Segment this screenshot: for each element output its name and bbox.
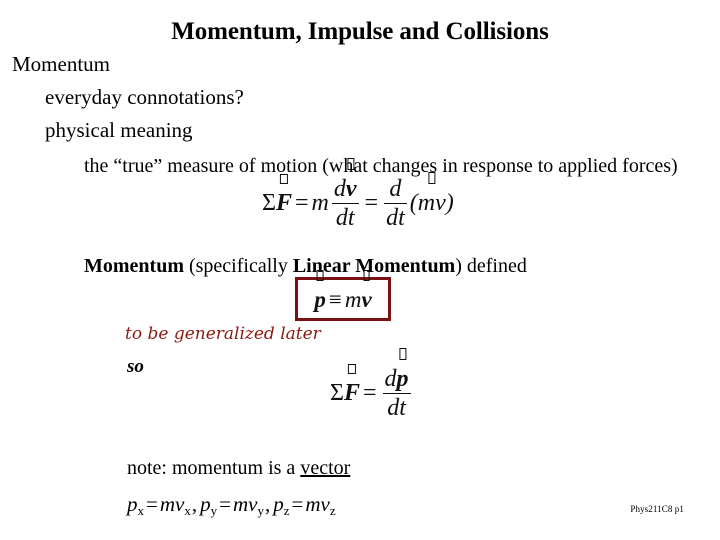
dt-symbol: dt [386,205,405,231]
equals-sign: = [291,492,304,516]
fraction-bar [384,203,407,204]
equivalence-sign: ≡ [328,286,342,312]
d-symbol: d [384,366,397,392]
separator-comma: , [191,492,198,516]
velocity-symbol: v [361,286,372,312]
outline-item-everyday-connotations: everyday connotations? [45,85,244,109]
note-momentum-is-vector: note: momentum is a vector [127,457,350,481]
momentum-symbol: p [314,286,326,312]
equation-momentum-definition-box: p ≡ m v [295,269,391,321]
equals-sign: = [219,492,231,516]
momentum-symbol: p [396,366,409,392]
vector-note-prefix: note: momentum is a [127,457,301,479]
derivative-d-dt: d dt [381,177,410,230]
mvz-subscript: z [329,502,336,518]
vector-arrow-icon [316,269,324,281]
vector-arrow-icon [363,269,370,281]
force-symbol: F [343,380,360,407]
force-symbol: F [275,190,292,217]
vector-arrow-icon [428,172,436,184]
page-title: Momentum, Impulse and Collisions [171,18,549,45]
outline-item-physical-meaning: physical meaning [45,118,193,142]
mv-term: mv [417,190,446,217]
velocity-symbol: v [345,176,357,202]
vector-arrow-icon [398,348,407,360]
vector-arrow-icon [347,158,355,170]
derivative-dv-dt: dv dt [329,158,362,231]
fraction-bar [331,203,359,204]
equals-sign: = [146,492,158,516]
mass-symbol: m [311,190,329,217]
mvx-symbol: mv [159,492,185,516]
definition-tail: ) defined [455,255,527,277]
definition-middle: (specifically [183,255,293,277]
separator-comma: , [265,492,271,516]
pz-symbol: p [273,492,284,516]
note-generalized-later: to be generalized later [125,324,321,344]
definition-lead: Momentum [84,255,184,277]
slide-footer: Phys211C8 p1 [630,504,684,514]
equals-sign: = [362,380,377,407]
vector-arrow-icon [279,174,289,185]
d-symbol: d [389,176,402,202]
sigma-symbol: Σ [262,190,276,217]
px-symbol: p [127,492,138,516]
equation-newton-second-law: Σ F = m dv dt = d dt (mv) [262,158,454,231]
dt-symbol: dt [335,205,355,231]
component-term-x: px=mvx [127,492,191,518]
equals-sign: = [294,190,309,217]
component-term-z: pz=mvz [273,492,336,518]
vector-arrow-icon [347,364,357,375]
equals-sign: = [364,190,379,217]
slide-canvas: Momentum, Impulse and Collisions Momentu… [0,0,720,540]
component-term-y: py=mvy [200,492,264,518]
note-so: so [127,356,144,377]
outline-item-true-measure: the “true” measure of motion (what chang… [84,155,678,177]
fraction-bar [382,393,411,394]
outline-item-momentum: Momentum [12,52,110,76]
mvy-symbol: mv [232,492,258,516]
sigma-symbol: Σ [330,380,344,407]
vector-note-keyword: vector [300,457,351,479]
momentum-definition-line: Momentum (specifically Linear Momentum) … [84,255,527,279]
dt-symbol: dt [387,395,406,421]
derivative-dp-dt: dp dt [380,348,414,421]
mvz-symbol: mv [305,492,330,516]
mass-symbol: m [344,286,362,312]
open-paren: ( [409,190,418,217]
close-paren: ) [445,190,454,217]
equation-p-equiv-mv: p ≡ m v [314,269,372,312]
mvx-subscript: x [184,502,191,518]
pz-subscript: z [283,502,290,518]
py-symbol: p [200,492,211,516]
equation-force-equals-dp-dt: Σ F = dp dt [330,348,414,421]
d-symbol: d [333,176,346,202]
equation-momentum-components: px=mvx, py=mvy, pz=mvz [127,492,336,519]
